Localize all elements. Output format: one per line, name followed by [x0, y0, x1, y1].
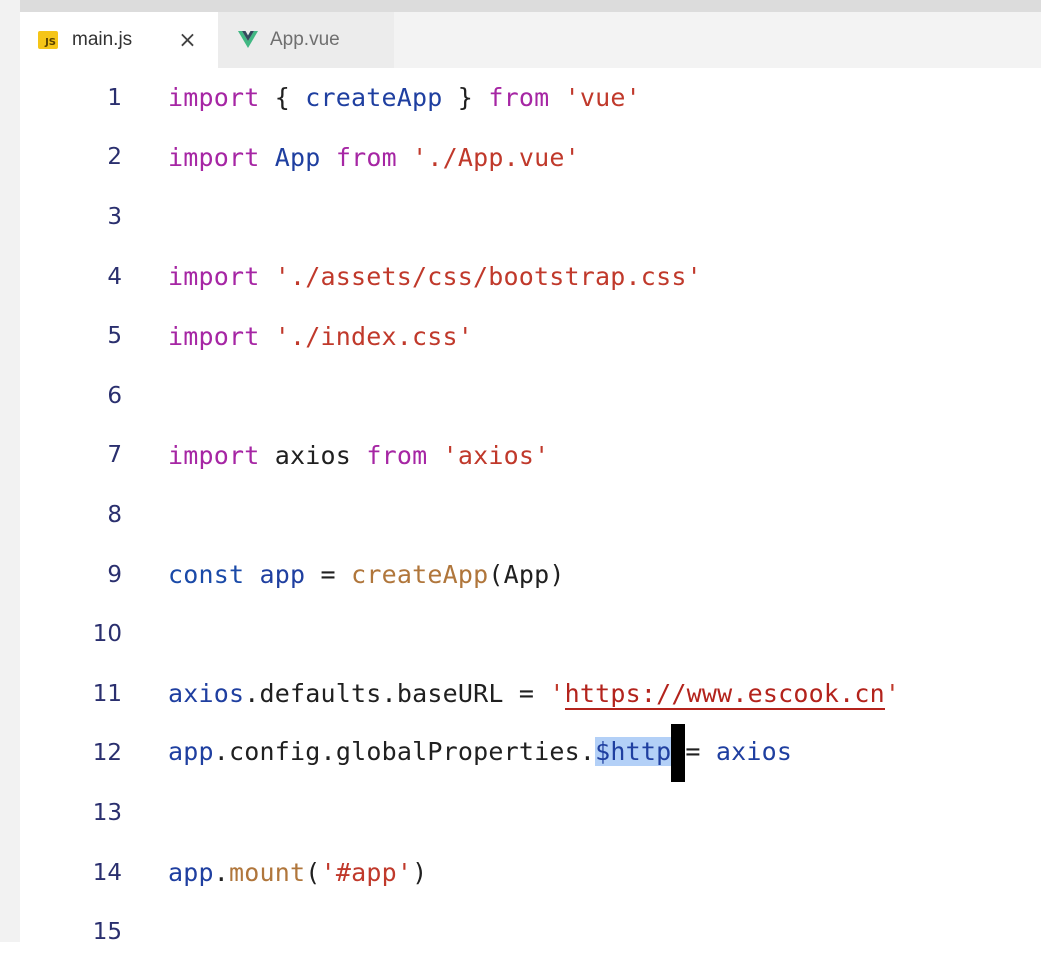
line-number: 7: [107, 442, 122, 469]
line-number: 10: [92, 621, 122, 648]
code-line: 15: [20, 902, 1041, 962]
code-line: 13: [20, 783, 1041, 843]
code-line: 4 import './assets/css/bootstrap.css': [20, 247, 1041, 307]
line-number: 3: [107, 203, 122, 230]
tab-main-js[interactable]: JS main.js ×: [20, 12, 218, 68]
code-text: app.config.globalProperties.$http = axios: [168, 724, 792, 783]
code-text: import axios from 'axios': [168, 440, 550, 470]
code-text: import { createApp } from 'vue': [168, 83, 641, 113]
url-link: https://www.escook.cn: [564, 679, 885, 711]
selected-text: $http: [595, 737, 672, 767]
line-number: 15: [92, 919, 122, 946]
code-text: app.mount('#app'): [168, 858, 428, 888]
code-line: 12 app.config.globalProperties.$http = ax…: [20, 724, 1041, 784]
editor-tab-bar: JS main.js × App.vue: [20, 12, 1041, 68]
code-line: 14 app.mount('#app'): [20, 843, 1041, 903]
line-number: 8: [107, 501, 122, 528]
line-number: 9: [107, 561, 122, 588]
editor-left-gutter-strip: [0, 0, 20, 942]
code-text: axios.defaults.baseURL = 'https://www.es…: [168, 679, 901, 711]
line-number: 12: [92, 740, 122, 767]
code-line: 9 const app = createApp(App): [20, 545, 1041, 605]
vue-file-icon: [238, 31, 258, 49]
js-file-icon: JS: [38, 31, 58, 49]
code-editor[interactable]: 1 import { createApp } from 'vue' 2 impo…: [20, 68, 1041, 945]
tab-app-vue[interactable]: App.vue: [218, 12, 394, 68]
tab-label: App.vue: [270, 29, 340, 50]
code-line: 7 import axios from 'axios': [20, 426, 1041, 486]
line-number: 6: [107, 382, 122, 409]
code-line: 3: [20, 187, 1041, 247]
code-line: 8: [20, 485, 1041, 545]
code-text: import App from './App.vue': [168, 142, 580, 172]
line-number: 4: [107, 263, 122, 290]
code-text: const app = createApp(App): [168, 560, 565, 590]
code-line: 2 import App from './App.vue': [20, 128, 1041, 188]
text-cursor: [671, 724, 686, 783]
code-line: 1 import { createApp } from 'vue': [20, 68, 1041, 128]
code-line: 6: [20, 366, 1041, 426]
line-number: 11: [92, 680, 122, 707]
line-number: 2: [107, 144, 122, 171]
code-line: 11 axios.defaults.baseURL = 'https://www…: [20, 664, 1041, 724]
tab-label: main.js: [72, 29, 133, 50]
window-top-strip: [0, 0, 1041, 12]
code-text: import './assets/css/bootstrap.css': [168, 262, 702, 292]
line-number: 13: [92, 799, 122, 826]
close-icon[interactable]: ×: [178, 28, 196, 53]
code-text: import './index.css': [168, 321, 474, 351]
code-line: 10: [20, 604, 1041, 664]
line-number: 14: [92, 859, 122, 886]
line-number: 1: [107, 84, 122, 111]
line-number: 5: [107, 323, 122, 350]
code-line: 5 import './index.css': [20, 306, 1041, 366]
